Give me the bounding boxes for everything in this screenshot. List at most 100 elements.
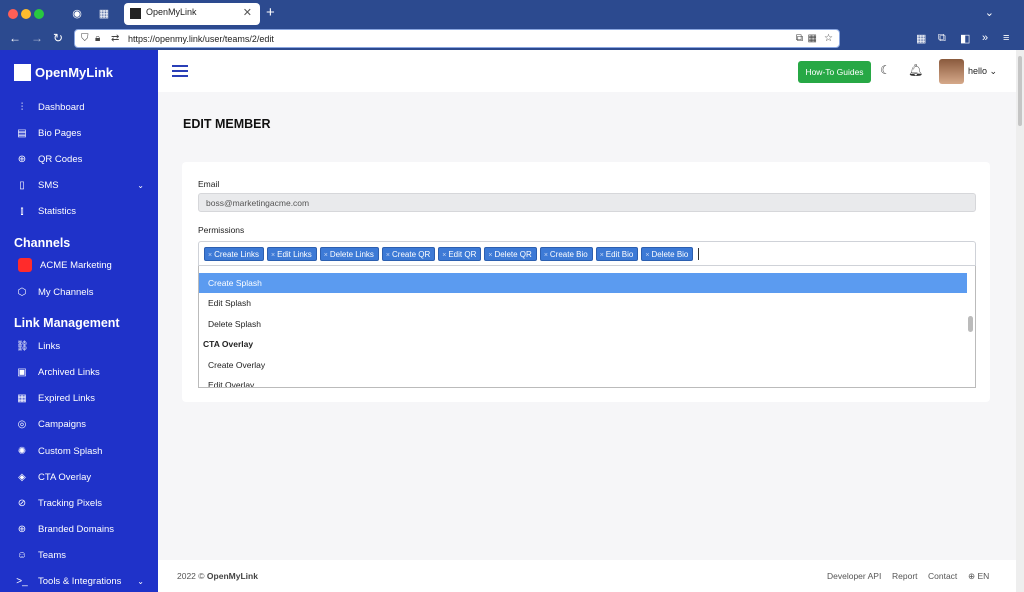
- menu-icon[interactable]: ≡: [1003, 32, 1009, 44]
- chevron-down-icon[interactable]: ⌄: [137, 181, 144, 190]
- permission-tag[interactable]: × Delete Links: [319, 247, 379, 261]
- privacy-icon[interactable]: ◧: [960, 32, 970, 45]
- user-menu[interactable]: hello ⌄: [968, 66, 997, 77]
- remove-tag-icon[interactable]: ×: [600, 252, 604, 259]
- permission-tag[interactable]: × Create Links: [204, 247, 265, 261]
- qr-icon[interactable]: ▦: [808, 33, 817, 44]
- sidebar-item-acme-marketing[interactable]: ACME Marketing: [16, 256, 152, 274]
- users-icon: ☺: [16, 549, 28, 561]
- screenshot-icon[interactable]: ⧉: [938, 32, 946, 45]
- dropdown-option[interactable]: Edit Overlay: [199, 375, 967, 387]
- logo-mark-icon: [14, 64, 31, 81]
- calendar-icon: ▦: [17, 392, 27, 404]
- permission-tag[interactable]: × Delete Bio: [641, 247, 694, 261]
- translate-icon[interactable]: ⧉: [796, 33, 803, 44]
- sidebar-item-my-channels[interactable]: ⬡ My Channels: [16, 283, 152, 301]
- permission-tag[interactable]: × Edit QR: [438, 247, 482, 261]
- pinned-tab-icon[interactable]: ▦: [96, 6, 112, 22]
- avatar[interactable]: [939, 59, 964, 84]
- sidebar-item-archived-links[interactable]: ▣ Archived Links: [16, 363, 152, 381]
- reload-icon[interactable]: ↻: [53, 31, 63, 45]
- permission-tag-label: Delete Bio: [651, 250, 689, 259]
- sidebar-item-links[interactable]: ⛓ Links: [16, 337, 152, 355]
- brand-name: OpenMyLink: [35, 65, 114, 80]
- sidebar-item-custom-splash[interactable]: ✺ Custom Splash: [16, 442, 152, 460]
- dropdown-option[interactable]: Delete Splash: [199, 314, 967, 334]
- dropdown-option[interactable]: Create Splash: [199, 273, 967, 293]
- bar-chart-icon: ⫾: [20, 205, 24, 217]
- remove-tag-icon[interactable]: ×: [386, 252, 390, 259]
- tab-close-icon[interactable]: ✕: [243, 6, 252, 19]
- remove-tag-icon[interactable]: ×: [544, 252, 548, 259]
- active-tab[interactable]: OpenMyLink ✕: [124, 3, 260, 25]
- sidebar-item-dashboard[interactable]: ⫶ Dashboard: [16, 98, 152, 116]
- sidebar-item-label: Branded Domains: [38, 523, 115, 535]
- sidebar-item-tools-integrations[interactable]: >_ Tools & Integrations ⌄: [16, 572, 152, 590]
- developer-api-link[interactable]: Developer API: [827, 571, 881, 581]
- remove-tag-icon[interactable]: ×: [442, 252, 446, 259]
- url-text[interactable]: https://openmy.link/user/teams/2/edit: [128, 34, 274, 44]
- channel-color-icon: [18, 258, 32, 272]
- sidebar-item-expired-links[interactable]: ▦ Expired Links: [16, 389, 152, 407]
- permissions-select[interactable]: × Create Links × Edit Links × Delete Links × Cr…: [198, 241, 976, 266]
- tab-list-chevron-icon[interactable]: ⌄: [985, 6, 994, 19]
- copyright: 2022 © OpenMyLink: [177, 571, 258, 581]
- sidebar-item-campaigns[interactable]: ◎ Campaigns: [16, 415, 152, 433]
- overflow-chevrons-icon[interactable]: »: [982, 32, 988, 44]
- sidebar-item-branded-domains[interactable]: ⊕ Branded Domains: [16, 520, 152, 538]
- extensions-grid-icon[interactable]: ▦: [916, 32, 926, 45]
- firefox-icon[interactable]: ◉: [69, 6, 85, 22]
- permission-tag[interactable]: × Delete QR: [484, 247, 537, 261]
- permission-tag[interactable]: × Edit Bio: [595, 247, 639, 261]
- close-window-button[interactable]: [8, 9, 18, 19]
- permissions-icon[interactable]: ⇄: [111, 33, 119, 44]
- permission-tag[interactable]: × Create Bio: [539, 247, 593, 261]
- sidebar-item-bio-pages[interactable]: ▤ Bio Pages: [16, 124, 152, 142]
- permission-tag[interactable]: × Edit Links: [267, 247, 317, 261]
- report-link[interactable]: Report: [892, 571, 918, 581]
- phone-icon: ▯: [19, 179, 25, 191]
- top-header: How-To Guides ☾ 🔔︎ hello ⌄: [158, 50, 1016, 92]
- language-selector[interactable]: ⊕ EN: [968, 571, 989, 582]
- email-field[interactable]: boss@marketingacme.com: [198, 193, 976, 212]
- browser-nav-bar: ← → ↻ ⛉ 🔒︎ ⇄ https://openmy.link/user/te…: [0, 28, 1024, 50]
- chevron-down-icon[interactable]: ⌄: [137, 577, 144, 586]
- remove-tag-icon[interactable]: ×: [208, 252, 212, 259]
- howto-guides-button[interactable]: How-To Guides: [798, 61, 871, 83]
- sidebar-item-label: Tracking Pixels: [38, 497, 103, 509]
- back-arrow-icon[interactable]: ←: [9, 31, 21, 45]
- remove-tag-icon[interactable]: ×: [488, 252, 492, 259]
- sidebar-item-sms[interactable]: ▯ SMS ⌄: [16, 176, 152, 194]
- dropdown-option[interactable]: Edit Splash: [199, 293, 967, 313]
- remove-tag-icon[interactable]: ×: [645, 252, 649, 259]
- sidebar-item-label: Teams: [38, 549, 66, 561]
- moon-icon[interactable]: ☾: [880, 63, 891, 77]
- new-tab-button[interactable]: +: [266, 4, 275, 21]
- forward-arrow-icon[interactable]: →: [31, 31, 43, 45]
- remove-tag-icon[interactable]: ×: [324, 252, 328, 259]
- sidebar-item-tracking-pixels[interactable]: ⊘ Tracking Pixels: [16, 494, 152, 512]
- permission-tag[interactable]: × Create QR: [381, 247, 436, 261]
- sidebar-item-teams[interactable]: ☺ Teams: [16, 546, 152, 564]
- permission-tag-label: Create Links: [214, 250, 260, 259]
- link-management-heading: Link Management: [14, 316, 120, 330]
- contact-link[interactable]: Contact: [928, 571, 957, 581]
- sidebar-item-cta-overlay[interactable]: ◈ CTA Overlay: [16, 468, 152, 486]
- sidebar-item-statistics[interactable]: ⫾ Statistics: [16, 202, 152, 220]
- dropdown-scrollbar[interactable]: [968, 316, 973, 332]
- bell-icon[interactable]: 🔔︎: [908, 63, 923, 77]
- zoom-window-button[interactable]: [34, 9, 44, 19]
- minimize-window-button[interactable]: [21, 9, 31, 19]
- dropdown-option[interactable]: Create Overlay: [199, 355, 967, 375]
- globe-icon: ⊕: [17, 153, 27, 165]
- address-bar[interactable]: ⛉ 🔒︎ ⇄ https://openmy.link/user/teams/2/…: [74, 29, 840, 48]
- bookmark-star-icon[interactable]: ☆: [824, 33, 833, 44]
- lock-icon[interactable]: 🔒︎: [95, 33, 100, 44]
- footer: 2022 © OpenMyLink Developer API Report C…: [158, 560, 1016, 592]
- page-scrollbar[interactable]: [1016, 50, 1024, 592]
- hamburger-menu-icon[interactable]: [172, 65, 188, 80]
- remove-tag-icon[interactable]: ×: [271, 252, 275, 259]
- sidebar-item-qr-codes[interactable]: ⊕ QR Codes: [16, 150, 152, 168]
- shield-icon[interactable]: ⛉: [81, 33, 89, 44]
- brand-logo[interactable]: OpenMyLink: [14, 64, 113, 81]
